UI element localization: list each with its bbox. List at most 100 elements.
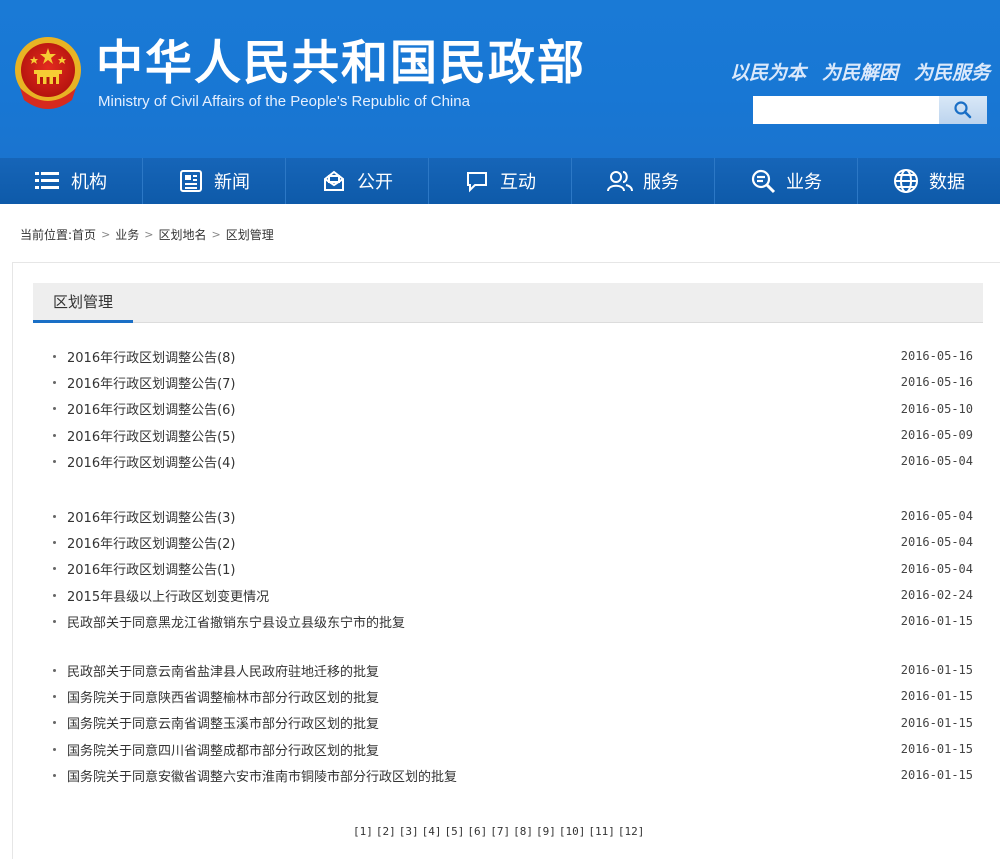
page-link-9[interactable]: [9] <box>536 825 556 838</box>
news-title-link[interactable]: 2016年行政区划调整公告(2) <box>67 533 236 552</box>
bullet-icon <box>53 407 56 411</box>
news-title-link[interactable]: 国务院关于同意陕西省调整榆林市部分行政区划的批复 <box>67 687 379 706</box>
nav-item-shuju[interactable]: 数据 <box>858 158 1000 204</box>
news-title-link[interactable]: 国务院关于同意云南省调整玉溪市部分行政区划的批复 <box>67 713 379 732</box>
breadcrumb-item-quhua-diming[interactable]: 区划地名 <box>159 226 207 243</box>
list-item-left: 2016年行政区划调整公告(1) <box>53 559 236 578</box>
list-item: 国务院关于同意陕西省调整榆林市部分行政区划的批复 2016-01-15 <box>53 683 973 709</box>
newspaper-icon <box>178 168 204 194</box>
page-link-12[interactable]: [12] <box>618 825 645 838</box>
nav-item-xinwen[interactable]: 新闻 <box>143 158 286 204</box>
bullet-icon <box>53 747 56 751</box>
list-item: 2016年行政区划调整公告(3) 2016-05-04 <box>53 503 973 529</box>
news-title-link[interactable]: 2016年行政区划调整公告(4) <box>67 452 236 471</box>
page-link-2[interactable]: [2] <box>376 825 396 838</box>
list-item-left: 2016年行政区划调整公告(8) <box>53 347 236 366</box>
nav-item-jigou[interactable]: 机构 <box>0 158 143 204</box>
news-title-link[interactable]: 国务院关于同意四川省调整成都市部分行政区划的批复 <box>67 740 379 759</box>
news-title-link[interactable]: 2016年行政区划调整公告(8) <box>67 347 236 366</box>
news-date: 2016-05-04 <box>900 509 973 524</box>
nav-item-gongkai[interactable]: 公开 <box>286 158 429 204</box>
list-item: 2016年行政区划调整公告(5) 2016-05-09 <box>53 422 973 448</box>
news-title-link[interactable]: 2016年行政区划调整公告(7) <box>67 373 236 392</box>
bullet-icon <box>53 354 56 358</box>
page-link-5[interactable]: [5] <box>445 825 465 838</box>
site-header: 中华人民共和国民政部 Ministry of Civil Affairs of … <box>0 0 1000 158</box>
breadcrumb-item-quhua-guanli[interactable]: 区划管理 <box>226 226 274 243</box>
news-date: 2016-05-16 <box>900 375 973 390</box>
news-list-group-3: 民政部关于同意云南省盐津县人民政府驻地迁移的批复 2016-01-15 国务院关于同… <box>53 657 973 788</box>
page-link-8[interactable]: [8] <box>513 825 533 838</box>
page-link-1[interactable]: [1] <box>353 825 373 838</box>
list-item: 国务院关于同意安徽省调整六安市淮南市铜陵市部分行政区划的批复 2016-01-15 <box>53 762 973 788</box>
news-date: 2016-05-04 <box>900 454 973 469</box>
news-date: 2016-05-04 <box>900 535 973 550</box>
list-item: 2016年行政区划调整公告(8) 2016-05-16 <box>53 343 973 369</box>
news-date: 2016-01-15 <box>900 715 973 730</box>
bullet-icon <box>53 694 56 698</box>
list-item: 国务院关于同意四川省调整成都市部分行政区划的批复 2016-01-15 <box>53 736 973 762</box>
page-link-11[interactable]: [11] <box>588 825 615 838</box>
news-date: 2016-01-15 <box>900 614 973 629</box>
nav-item-label: 公开 <box>357 172 393 193</box>
nav-item-label: 互动 <box>500 172 536 193</box>
bullet-icon <box>53 459 56 463</box>
bullet-icon <box>53 433 56 437</box>
pagination: [1] [2] [3] [4] [5] [6] [7] [8] [9] [10] [11] [12] <box>353 825 644 838</box>
news-title-link[interactable]: 民政部关于同意云南省盐津县人民政府驻地迁移的批复 <box>67 661 379 680</box>
bullet-icon <box>53 773 56 777</box>
content-panel: 区划管理 2016年行政区划调整公告(8) 2016-05-16 2016年行政区划… <box>12 262 1000 859</box>
main-nav: 机构 新闻 公开 互动 服务 业务 数据 <box>0 158 1000 204</box>
breadcrumb: 当前位置: 首页 > 业务 > 区划地名 > 区划管理 <box>20 226 274 243</box>
national-emblem-icon <box>12 34 84 112</box>
site-title-en: Ministry of Civil Affairs of the People'… <box>98 93 470 110</box>
news-title-link[interactable]: 2016年行政区划调整公告(1) <box>67 559 236 578</box>
breadcrumb-item-home[interactable]: 首页 <box>72 226 96 243</box>
page-link-10[interactable]: [10] <box>559 825 586 838</box>
nav-item-hudong[interactable]: 互动 <box>429 158 572 204</box>
list-item-left: 民政部关于同意黑龙江省撤销东宁县设立县级东宁市的批复 <box>53 612 405 631</box>
page-link-6[interactable]: [6] <box>467 825 487 838</box>
news-date: 2016-01-15 <box>900 663 973 678</box>
nav-item-yewu[interactable]: 业务 <box>715 158 858 204</box>
news-title-link[interactable]: 民政部关于同意黑龙江省撤销东宁县设立县级东宁市的批复 <box>67 612 405 631</box>
list-item: 2016年行政区划调整公告(2) 2016-05-04 <box>53 529 973 555</box>
news-list-group-2: 2016年行政区划调整公告(3) 2016-05-04 2016年行政区划调整公告(… <box>53 503 973 634</box>
nav-item-label: 服务 <box>643 172 679 193</box>
nav-item-fuwu[interactable]: 服务 <box>572 158 715 204</box>
bullet-icon <box>53 593 56 597</box>
news-title-link[interactable]: 2015年县级以上行政区划变更情况 <box>67 586 269 605</box>
breadcrumb-separator-icon: > <box>144 228 154 241</box>
bullet-icon <box>53 540 56 544</box>
news-title-link[interactable]: 2016年行政区划调整公告(3) <box>67 507 236 526</box>
list-item-left: 国务院关于同意安徽省调整六安市淮南市铜陵市部分行政区划的批复 <box>53 766 457 785</box>
search-button[interactable] <box>939 96 987 124</box>
news-date: 2016-01-15 <box>900 768 973 783</box>
list-item: 2015年县级以上行政区划变更情况 2016-02-24 <box>53 582 973 608</box>
bullet-icon <box>53 380 56 384</box>
list-item-left: 国务院关于同意四川省调整成都市部分行政区划的批复 <box>53 740 379 759</box>
page-link-4[interactable]: [4] <box>422 825 442 838</box>
list-item-left: 国务院关于同意云南省调整玉溪市部分行政区划的批复 <box>53 713 379 732</box>
list-item-left: 2016年行政区划调整公告(7) <box>53 373 236 392</box>
section-title: 区划管理 <box>33 283 133 323</box>
news-date: 2016-01-15 <box>900 689 973 704</box>
breadcrumb-item-yewu[interactable]: 业务 <box>115 226 139 243</box>
breadcrumb-prefix: 当前位置: <box>20 228 73 242</box>
news-date: 2016-02-24 <box>900 588 973 603</box>
news-date: 2016-01-15 <box>900 742 973 757</box>
list-item-left: 国务院关于同意陕西省调整榆林市部分行政区划的批复 <box>53 687 379 706</box>
bullet-icon <box>53 721 56 725</box>
news-title-link[interactable]: 国务院关于同意安徽省调整六安市淮南市铜陵市部分行政区划的批复 <box>67 766 457 785</box>
page-link-7[interactable]: [7] <box>490 825 510 838</box>
news-title-link[interactable]: 2016年行政区划调整公告(5) <box>67 426 236 445</box>
news-date: 2016-05-04 <box>900 561 973 576</box>
list-item-left: 2016年行政区划调整公告(5) <box>53 426 236 445</box>
page-link-3[interactable]: [3] <box>399 825 419 838</box>
news-title-link[interactable]: 2016年行政区划调整公告(6) <box>67 399 236 418</box>
list-item-left: 2016年行政区划调整公告(6) <box>53 399 236 418</box>
chat-icon <box>464 168 490 194</box>
list-item: 2016年行政区划调整公告(4) 2016-05-04 <box>53 448 973 474</box>
search-input[interactable] <box>753 96 939 124</box>
site-title-cn: 中华人民共和国民政部 <box>96 36 586 91</box>
